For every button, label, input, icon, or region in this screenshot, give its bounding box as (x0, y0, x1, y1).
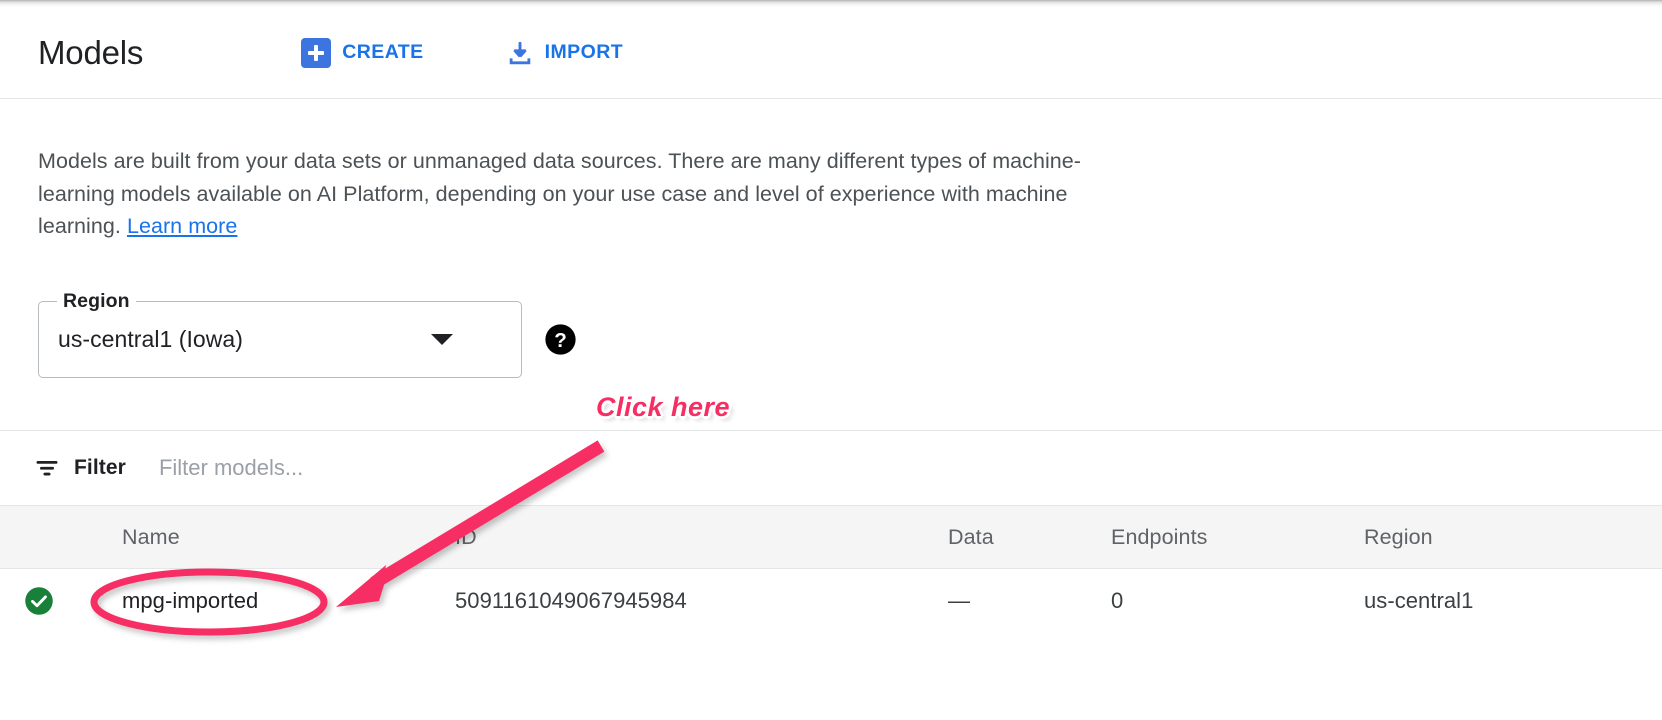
column-header-id[interactable]: ID (455, 525, 948, 550)
header-actions: CREATE IMPORT (291, 32, 633, 74)
region-select[interactable]: Region us-central1 (Iowa) (38, 301, 522, 378)
help-circle-icon[interactable]: ? (544, 323, 577, 356)
cell-model-name[interactable]: mpg-imported (122, 588, 455, 614)
page-title: Models (38, 36, 143, 69)
cell-model-id: 5091161049067945984 (455, 588, 948, 614)
table-row[interactable]: mpg-imported 5091161049067945984 — 0 us-… (0, 569, 1662, 632)
import-button-label: IMPORT (545, 41, 624, 64)
filter-label: Filter (74, 456, 126, 480)
import-button[interactable]: IMPORT (496, 33, 634, 73)
models-table: Name ID Data Endpoints Region mpg-import… (0, 505, 1662, 632)
region-selector: Region us-central1 (Iowa) ? (38, 301, 577, 378)
create-button[interactable]: CREATE (291, 32, 433, 74)
region-label: Region (57, 290, 136, 313)
filter-input[interactable] (159, 455, 719, 481)
region-selected-value: us-central1 (Iowa) (58, 326, 243, 353)
filter-list-icon[interactable] (33, 454, 61, 482)
column-header-endpoints[interactable]: Endpoints (1111, 525, 1364, 550)
column-header-region[interactable]: Region (1364, 525, 1662, 550)
models-page: Models CREATE IMPORT Models are built fr… (0, 0, 1662, 720)
page-description: Models are built from your data sets or … (38, 145, 1098, 243)
chevron-down-icon (431, 334, 453, 345)
annotation-label: Click here (596, 392, 730, 423)
cell-data: — (948, 588, 1111, 614)
plus-box-icon (301, 38, 331, 68)
row-status-cell[interactable] (0, 586, 122, 616)
download-import-icon (506, 39, 534, 67)
create-button-label: CREATE (342, 41, 423, 64)
filter-bar: Filter (0, 431, 1662, 505)
cell-endpoints: 0 (1111, 588, 1364, 614)
cell-region: us-central1 (1364, 588, 1662, 614)
table-header-row: Name ID Data Endpoints Region (0, 505, 1662, 569)
column-header-name[interactable]: Name (122, 525, 455, 550)
page-header: Models CREATE IMPORT (0, 7, 1662, 99)
svg-text:?: ? (554, 329, 567, 352)
green-check-circle-icon (24, 586, 54, 616)
column-header-data[interactable]: Data (948, 525, 1111, 550)
window-top-shadow (0, 0, 1662, 7)
learn-more-link[interactable]: Learn more (127, 214, 237, 238)
